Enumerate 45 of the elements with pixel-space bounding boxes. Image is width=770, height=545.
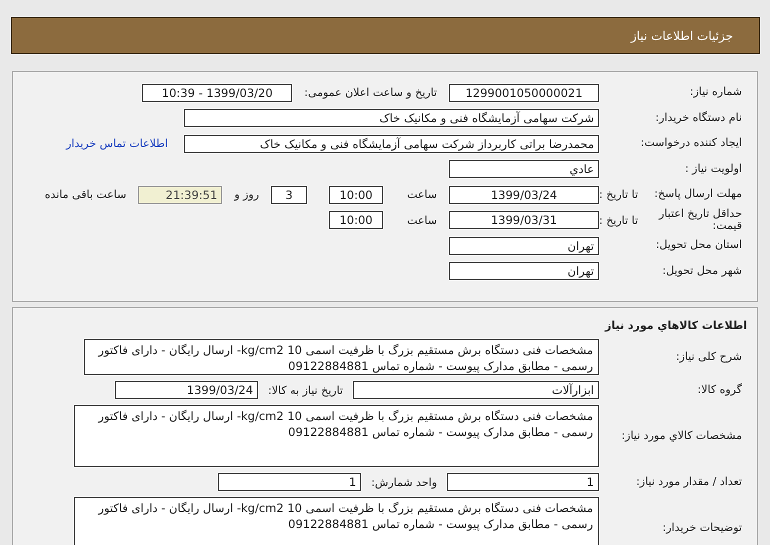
text-area[interactable]: مشخصات فنی دستگاه برش مستقیم بزرگ با ظرفیت اسمی kg/cm2 10- ارسال رایگان - دارای فاکتور رسمی - مطابق مدارک پیوست - شماره تماس 09122884881 [74, 405, 599, 467]
countdown-field: 21:39:51 [138, 186, 222, 204]
field-label: نام دستگاه خریدار: [655, 112, 742, 125]
input-field[interactable]: 1399/03/24 [449, 186, 599, 204]
input-field[interactable]: شرکت سهامی آزمایشگاه فنی و مکانیک خاک [184, 109, 599, 128]
field-label: روز و [234, 188, 260, 202]
field-label: گروه کالا: [698, 384, 742, 396]
input-field[interactable]: 10:00 [329, 186, 384, 204]
field-label: ساعت [407, 188, 437, 202]
field-label: شماره نیاز: [690, 86, 742, 100]
field-label: ایجاد کننده درخواست: [640, 137, 742, 150]
text-area[interactable]: مشخصات فنی دستگاه برش مستقیم بزرگ با ظرفیت اسمی kg/cm2 10- ارسال رایگان - دارای فاکتور رسمی - مطابق مدارک پیوست - شماره تماس 09122884881 [84, 339, 599, 375]
field-label: مهلت ارسال پاسخ: [654, 188, 742, 202]
input-field[interactable]: 1399/03/31 [449, 211, 599, 230]
input-field[interactable]: 1399/03/20 - 10:39 [142, 84, 292, 102]
field-label: اولویت نیاز : [684, 162, 742, 176]
input-field[interactable]: ابزارآلات [353, 381, 599, 399]
field-label: مشخصات کالاي مورد نياز: [621, 430, 742, 442]
field-label: شرح کلی نیاز: [676, 350, 742, 364]
field-label: استان محل تحویل: [656, 239, 742, 252]
input-field[interactable]: 1399/03/24 [115, 381, 258, 399]
field-label: تاریخ و ساعت اعلان عمومی: [304, 86, 437, 100]
field-label: ساعت باقی مانده [44, 188, 126, 202]
input-field[interactable]: 1 [447, 473, 599, 491]
input-field[interactable]: تهران [449, 236, 599, 255]
field-label: تعداد / مقدار مورد نیاز: [636, 476, 742, 488]
field-label: حداقل تاریخ اعتبار قیمت: [658, 208, 742, 233]
input-field[interactable]: 10:00 [329, 211, 384, 230]
input-field[interactable]: تهران [449, 262, 599, 280]
input-field[interactable]: عادي [449, 160, 599, 178]
text-area[interactable]: مشخصات فنی دستگاه برش مستقیم بزرگ با ظرفیت اسمی kg/cm2 10- ارسال رایگان - دارای فاکتور رسمی - مطابق مدارک پیوست - شماره تماس 09122884881 [74, 497, 599, 545]
field-label: تا تاریخ : [599, 188, 638, 202]
field-label: توضیحات خریدار: [662, 522, 742, 534]
contact-link[interactable]: اطلاعات تماس خریدار [66, 137, 168, 150]
input-field[interactable]: 1 [218, 473, 362, 491]
field-label: تاریخ نیاز به کالا: [268, 384, 343, 396]
field-label: تا تاریخ : [599, 214, 638, 227]
page-title: جزئیات اطلاعات نیاز [630, 28, 733, 42]
field-label: ساعت [407, 214, 437, 227]
input-field[interactable]: 3 [271, 186, 308, 204]
input-field[interactable]: محمدرضا براتی کاربرداز شرکت سهامی آزمایشگاه فنی و مکانیک خاک [184, 134, 599, 153]
section-heading: اطلاعات کالاهاي مورد نياز [604, 318, 748, 334]
field-label: شهر محل تحویل: [662, 264, 742, 278]
input-field[interactable]: 1299001050000021 [449, 84, 599, 102]
field-label: واحد شمارش: [371, 476, 437, 488]
